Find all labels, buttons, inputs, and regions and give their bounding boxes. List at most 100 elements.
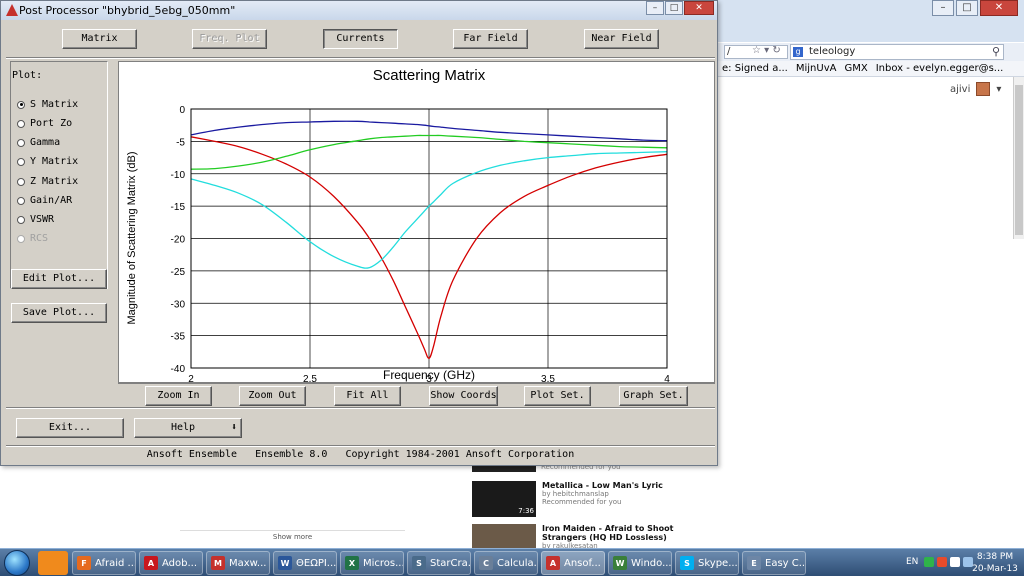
taskbar-task[interactable]: M Maxw...: [206, 551, 270, 575]
search-icon[interactable]: ⚲: [992, 45, 1000, 58]
zoom-in-button[interactable]: Zoom In: [145, 386, 212, 406]
app-icon: S: [680, 556, 694, 570]
task-label: ΘΕΩΡΙ...: [296, 557, 337, 569]
clock[interactable]: 8:38 PM 20-Mar-13: [972, 551, 1018, 575]
search-input[interactable]: teleology: [790, 44, 1004, 60]
maximize-button[interactable]: □: [665, 1, 683, 15]
radio-indicator: [17, 196, 25, 205]
y-tick-label: -25: [171, 267, 186, 278]
plot-settings-button[interactable]: Plot Set.: [524, 386, 591, 406]
media-player-pinned-icon[interactable]: [38, 551, 68, 575]
radio-gain-ar[interactable]: Gain/AR: [17, 195, 72, 206]
radio-label: Gain/AR: [30, 195, 73, 206]
video-duration: 7:36: [518, 507, 534, 515]
taskbar-task[interactable]: A Adob...: [139, 551, 203, 575]
edit-plot-button[interactable]: Edit Plot...: [11, 269, 107, 289]
taskbar-task[interactable]: C Calcula...: [474, 551, 538, 575]
freq-plot-button[interactable]: Freq. Plot: [192, 29, 267, 49]
fit-all-button[interactable]: Fit All: [334, 386, 401, 406]
radio-indicator: [17, 215, 25, 224]
currents-button[interactable]: Currents: [323, 29, 398, 49]
help-label: Help: [171, 422, 196, 433]
radio-port-zo[interactable]: Port Zo: [17, 118, 72, 129]
browser-scrollbar[interactable]: [1013, 77, 1024, 239]
y-tick-label: -20: [171, 235, 186, 246]
task-label: Afraid ...: [95, 557, 136, 569]
video-thumbnail[interactable]: 7:36: [472, 481, 536, 517]
matrix-button[interactable]: Matrix: [62, 29, 137, 49]
star-icon[interactable]: ☆: [752, 45, 761, 56]
video-title[interactable]: Metallica - Low Man's Lyric: [542, 481, 663, 490]
clock-date: 20-Mar-13: [972, 564, 1018, 574]
radio-vswr[interactable]: VSWR: [17, 214, 54, 225]
bookmark-item[interactable]: Inbox - evelyn.egger@s...: [876, 61, 1004, 76]
zoom-out-button[interactable]: Zoom Out: [239, 386, 306, 406]
language-indicator[interactable]: EN: [906, 557, 918, 567]
far-field-button[interactable]: Far Field: [453, 29, 528, 49]
bookmark-item[interactable]: MijnUvA: [796, 61, 837, 76]
help-button[interactable]: Help ⬇: [134, 418, 242, 438]
radio-indicator: [17, 138, 25, 147]
task-label: Micros...: [363, 557, 404, 569]
taskbar-task[interactable]: X Micros...: [340, 551, 404, 575]
address-bar-icons: ☆ ▾ ↻: [752, 45, 781, 56]
near-field-button[interactable]: Near Field: [584, 29, 659, 49]
radio-z-matrix[interactable]: Z Matrix: [17, 176, 78, 187]
plot-canvas[interactable]: 2 2.5 3 3.5 4 0 -5 -10 -15 -20 -25 -30 -35 -40 Scatte…: [118, 61, 715, 383]
task-label: Calcula...: [497, 557, 537, 569]
task-label: Skype...: [698, 557, 738, 569]
browser-close-button[interactable]: ✕: [980, 0, 1018, 16]
antivirus-icon[interactable]: [937, 557, 947, 567]
dropdown-icon[interactable]: ▾: [764, 45, 769, 56]
taskbar-task[interactable]: F Afraid ...: [72, 551, 136, 575]
y-tick-label: -5: [176, 137, 185, 148]
user-account[interactable]: ajivi ▾: [950, 82, 1001, 96]
plot-type-group: [10, 61, 108, 289]
app-icon: W: [613, 556, 627, 570]
save-plot-button[interactable]: Save Plot...: [11, 303, 107, 323]
taskbar-task[interactable]: E Easy C...: [742, 551, 806, 575]
radio-y-matrix[interactable]: Y Matrix: [17, 156, 78, 167]
radio-s-matrix[interactable]: S Matrix: [17, 99, 78, 110]
bookmark-item[interactable]: e: Signed a...: [722, 61, 788, 76]
post-processor-window: Post Processor "bhybrid_5ebg_050mm" – □ …: [0, 0, 718, 466]
bookmarks-bar: e: Signed a... MijnUvA GMX Inbox - evely…: [716, 61, 1024, 77]
status-text: Ansoft Ensemble Ensemble 8.0 Copyright 1…: [146, 449, 575, 460]
start-button[interactable]: [4, 550, 30, 576]
close-button[interactable]: ✕: [684, 1, 714, 15]
window-title: Post Processor "bhybrid_5ebg_050mm": [19, 4, 236, 17]
x-tick-label: 3.5: [541, 374, 555, 382]
title-bar[interactable]: Post Processor "bhybrid_5ebg_050mm" – □ …: [1, 1, 717, 20]
browser-minimize-button[interactable]: –: [932, 0, 954, 16]
taskbar-task[interactable]: S Skype...: [675, 551, 739, 575]
taskbar-task[interactable]: A Ansof...: [541, 551, 605, 575]
x-axis-label: Frequency (GHz): [383, 368, 475, 382]
video-recommended: Recommended for you: [542, 498, 622, 506]
radio-gamma[interactable]: Gamma: [17, 137, 60, 148]
task-label: Adob...: [162, 557, 198, 569]
video-title[interactable]: Iron Maiden - Afraid to Shoot Strangers …: [542, 524, 692, 542]
network-icon[interactable]: [924, 557, 934, 567]
avatar: [976, 82, 991, 96]
x-tick-label: 2.5: [303, 374, 317, 382]
bookmark-item[interactable]: GMX: [844, 61, 867, 76]
minimize-button[interactable]: –: [646, 1, 664, 15]
y-tick-label: -15: [171, 202, 186, 213]
y-tick-label: -30: [171, 299, 186, 310]
exit-button[interactable]: Exit...: [16, 418, 124, 438]
show-more-link[interactable]: Show more: [180, 530, 405, 541]
user-name: ajivi: [950, 83, 971, 95]
show-coords-button[interactable]: Show Coords: [429, 386, 498, 406]
browser-maximize-button[interactable]: □: [956, 0, 978, 16]
volume-icon[interactable]: [950, 557, 960, 567]
graph-settings-button[interactable]: Graph Set.: [619, 386, 688, 406]
taskbar-task[interactable]: W Windo...: [608, 551, 672, 575]
video-item[interactable]: 7:36 Metallica - Low Man's Lyric by hebi…: [472, 481, 663, 517]
taskbar-task[interactable]: S StarCra...: [407, 551, 471, 575]
taskbar-task[interactable]: W ΘΕΩΡΙ...: [273, 551, 337, 575]
radio-indicator: [17, 234, 25, 243]
task-label: StarCra...: [430, 557, 471, 569]
reload-icon[interactable]: ↻: [772, 45, 780, 56]
app-icon: C: [479, 556, 493, 570]
scrollbar-thumb[interactable]: [1015, 85, 1023, 235]
